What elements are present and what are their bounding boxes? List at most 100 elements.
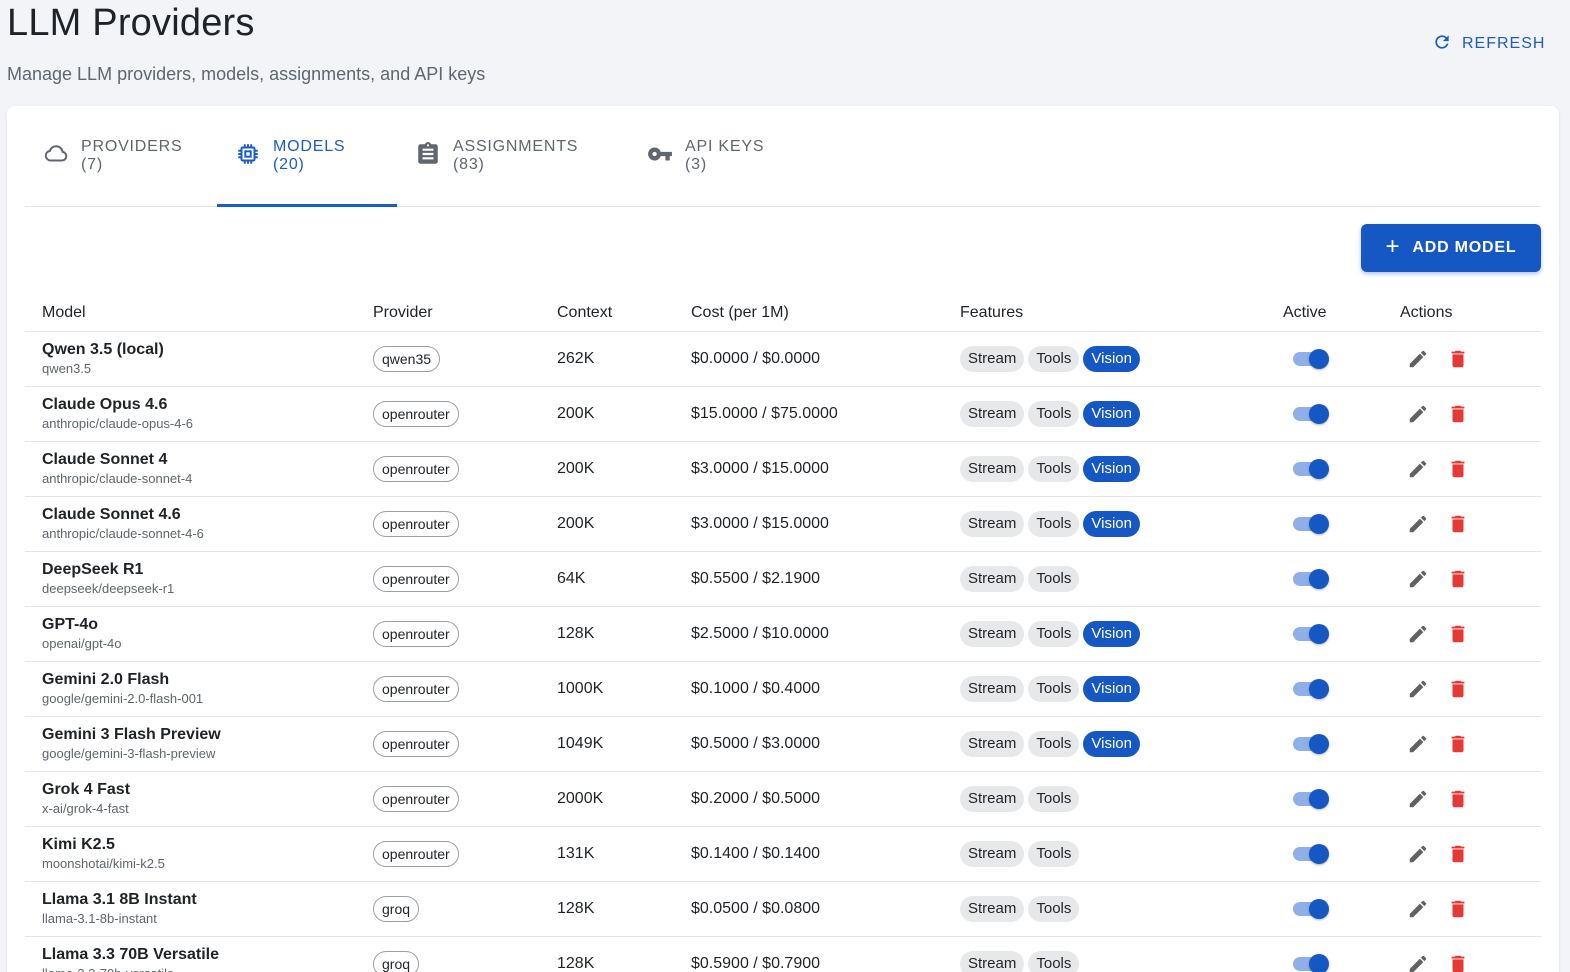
model-id: moonshotai/kimi-k2.5 xyxy=(42,856,165,871)
delete-icon[interactable] xyxy=(1446,347,1470,371)
table-row: Kimi K2.5 moonshotai/kimi-k2.5 openroute… xyxy=(25,826,1541,882)
model-id: google/gemini-2.0-flash-001 xyxy=(42,691,204,706)
provider-chip: openrouter xyxy=(373,841,459,867)
delete-icon[interactable] xyxy=(1446,512,1470,536)
active-toggle[interactable] xyxy=(1293,954,1329,972)
model-name: Llama 3.3 70B Versatile xyxy=(42,946,219,963)
delete-icon[interactable] xyxy=(1446,457,1470,481)
delete-icon[interactable] xyxy=(1446,897,1470,921)
feature-chip-stream: Stream xyxy=(960,841,1025,867)
model-name: Gemini 2.0 Flash xyxy=(42,671,170,688)
delete-icon[interactable] xyxy=(1446,402,1470,426)
model-cell: Llama 3.3 70B Versatile llama-3.3-70b-ve… xyxy=(25,936,356,972)
feature-chip-stream: Stream xyxy=(960,786,1025,812)
context-cell: 128K xyxy=(540,606,674,662)
active-toggle[interactable] xyxy=(1293,679,1329,699)
edit-icon[interactable] xyxy=(1406,787,1430,811)
delete-icon[interactable] xyxy=(1446,677,1470,701)
delete-icon[interactable] xyxy=(1446,842,1470,866)
edit-icon[interactable] xyxy=(1406,732,1430,756)
column-header-provider[interactable]: Provider xyxy=(356,294,540,332)
column-header-active[interactable]: Active xyxy=(1266,294,1383,332)
delete-icon[interactable] xyxy=(1446,952,1470,972)
feature-chip-vision: Vision xyxy=(1083,456,1140,482)
model-name: Llama 3.1 8B Instant xyxy=(42,891,197,908)
model-cell: Gemini 3 Flash Preview google/gemini-3-f… xyxy=(25,716,356,772)
page-subtitle: Manage LLM providers, models, assignment… xyxy=(7,64,486,84)
edit-icon[interactable] xyxy=(1406,512,1430,536)
active-toggle[interactable] xyxy=(1293,459,1329,479)
column-header-context[interactable]: Context xyxy=(540,294,674,332)
cost-cell: $3.0000 / $15.0000 xyxy=(674,496,943,552)
toggle-knob xyxy=(1309,459,1329,479)
edit-icon[interactable] xyxy=(1406,567,1430,591)
feature-chip-tools: Tools xyxy=(1028,676,1080,702)
model-id: llama-3.3-70b-versatile xyxy=(42,965,356,972)
toggle-knob xyxy=(1309,404,1329,424)
active-toggle[interactable] xyxy=(1293,624,1329,644)
tab-label: API KEYS (3) xyxy=(685,138,765,173)
features-cell: Stream Tools xyxy=(943,771,1266,827)
feature-chip-tools: Tools xyxy=(1028,346,1080,372)
clipboard-icon xyxy=(415,141,441,172)
active-cell xyxy=(1266,826,1383,882)
provider-cell: openrouter xyxy=(356,386,540,442)
feature-chip-vision: Vision xyxy=(1083,511,1140,537)
model-cell: Grok 4 Fast x-ai/grok-4-fast xyxy=(25,771,356,827)
edit-icon[interactable] xyxy=(1406,952,1430,972)
provider-cell: openrouter xyxy=(356,441,540,497)
feature-chip-vision: Vision xyxy=(1083,731,1140,757)
active-toggle[interactable] xyxy=(1293,404,1329,424)
active-cell xyxy=(1266,881,1383,937)
active-toggle[interactable] xyxy=(1293,349,1329,369)
edit-icon[interactable] xyxy=(1406,897,1430,921)
toggle-knob xyxy=(1309,954,1329,972)
features-cell: Stream Tools Vision xyxy=(943,331,1266,387)
tab-api-keys[interactable]: API KEYS (3) xyxy=(629,106,799,206)
edit-icon[interactable] xyxy=(1406,402,1430,426)
edit-icon[interactable] xyxy=(1406,677,1430,701)
add-model-button[interactable]: + ADD MODEL xyxy=(1361,224,1541,272)
model-name: Claude Sonnet 4 xyxy=(42,451,168,468)
provider-chip: openrouter xyxy=(373,566,459,592)
toggle-knob xyxy=(1309,569,1329,589)
feature-chip-vision: Vision xyxy=(1083,621,1140,647)
tab-models[interactable]: MODELS (20) xyxy=(217,106,397,207)
refresh-button[interactable]: REFRESH xyxy=(1420,28,1557,60)
features-cell: Stream Tools xyxy=(943,551,1266,607)
active-toggle[interactable] xyxy=(1293,789,1329,809)
edit-icon[interactable] xyxy=(1406,622,1430,646)
model-id: google/gemini-3-flash-preview xyxy=(42,746,216,761)
provider-chip: qwen35 xyxy=(373,346,441,372)
context-cell: 128K xyxy=(540,881,674,937)
column-header-model[interactable]: Model xyxy=(25,294,356,332)
active-cell xyxy=(1266,716,1383,772)
feature-chip-stream: Stream xyxy=(960,676,1025,702)
model-id: anthropic/claude-opus-4-6 xyxy=(42,416,194,431)
feature-chip-stream: Stream xyxy=(960,401,1025,427)
features-cell: Stream Tools Vision xyxy=(943,496,1266,552)
toggle-knob xyxy=(1309,844,1329,864)
delete-icon[interactable] xyxy=(1446,622,1470,646)
active-toggle[interactable] xyxy=(1293,734,1329,754)
feature-chip-vision: Vision xyxy=(1083,676,1140,702)
active-toggle[interactable] xyxy=(1293,514,1329,534)
edit-icon[interactable] xyxy=(1406,842,1430,866)
context-cell: 200K xyxy=(540,386,674,442)
provider-chip: groq xyxy=(373,951,420,972)
delete-icon[interactable] xyxy=(1446,732,1470,756)
tab-assignments[interactable]: ASSIGNMENTS (83) xyxy=(397,106,629,206)
column-header-cost[interactable]: Cost (per 1M) xyxy=(674,294,943,332)
feature-chip-stream: Stream xyxy=(960,346,1025,372)
tab-providers[interactable]: PROVIDERS (7) xyxy=(25,106,217,206)
edit-icon[interactable] xyxy=(1406,347,1430,371)
active-toggle[interactable] xyxy=(1293,899,1329,919)
active-toggle[interactable] xyxy=(1293,844,1329,864)
delete-icon[interactable] xyxy=(1446,567,1470,591)
model-id: qwen3.5 xyxy=(42,361,92,376)
delete-icon[interactable] xyxy=(1446,787,1470,811)
active-toggle[interactable] xyxy=(1293,569,1329,589)
model-name: Gemini 3 Flash Preview xyxy=(42,726,221,743)
edit-icon[interactable] xyxy=(1406,457,1430,481)
column-header-features[interactable]: Features xyxy=(943,294,1266,332)
